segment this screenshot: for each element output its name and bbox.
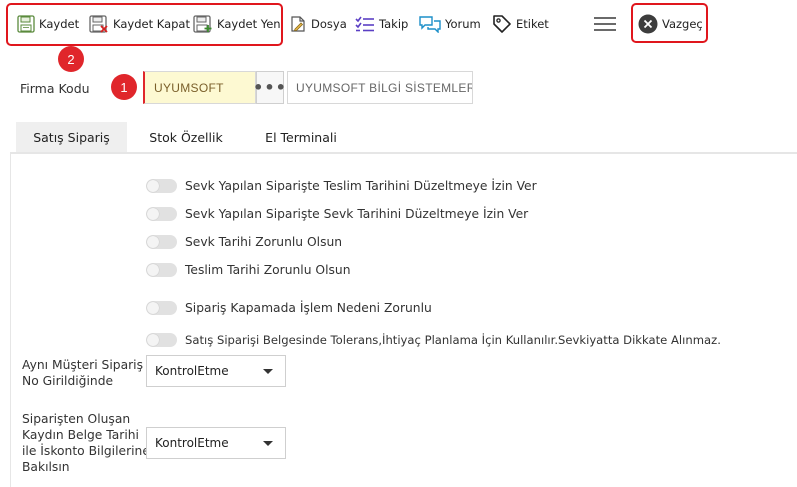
toggle-label: Sevk Yapılan Siparişte Sevk Tarihini Düz…	[185, 207, 529, 221]
select-value: KontrolEtme	[155, 436, 229, 450]
hamburger-icon	[594, 17, 616, 31]
toggle-row: Sipariş Kapamada İşlem Nedeni Zorunlu	[146, 299, 432, 317]
toggle-row: Satış Siparişi Belgesinde Tolerans,İhtiy…	[146, 331, 721, 349]
ayni-musteri-select[interactable]: KontrolEtme	[146, 355, 286, 387]
file-icon	[291, 16, 305, 32]
vazgec-highlight	[631, 3, 708, 43]
firma-kodu-input[interactable]: UYUMSOFT	[143, 71, 256, 104]
label-line: Bakılsın	[22, 460, 70, 474]
firma-lookup-button[interactable]: •••	[253, 71, 286, 104]
firma-name-field: UYUMSOFT BİLGİ SİSTEMLERİ VE	[287, 71, 473, 104]
save-buttons-highlight	[6, 3, 283, 46]
toggle-switch[interactable]	[146, 333, 177, 347]
label-line: Kaydın Belge Tarihi	[22, 428, 139, 442]
step-badge-1: 1	[111, 74, 137, 100]
tag-icon	[493, 15, 511, 33]
toggle-label: Teslim Tarihi Zorunlu Olsun	[185, 263, 351, 277]
takip-button[interactable]: Takip	[355, 12, 408, 36]
toggle-label: Sevk Tarihi Zorunlu Olsun	[185, 235, 343, 249]
siparisten-olusan-select[interactable]: KontrolEtme	[146, 427, 286, 459]
toggle-switch[interactable]	[146, 207, 177, 221]
siparisten-olusan-label: Siparişten Oluşan Kaydın Belge Tarihi il…	[22, 411, 150, 475]
toggle-switch[interactable]	[146, 263, 177, 277]
toggle-label: Satış Siparişi Belgesinde Tolerans,İhtiy…	[185, 333, 721, 347]
toggle-row: Sevk Yapılan Siparişte Teslim Tarihini D…	[146, 177, 537, 195]
toggle-switch[interactable]	[146, 235, 177, 249]
caret-down-icon	[263, 441, 273, 446]
toggle-label: Sevk Yapılan Siparişte Teslim Tarihini D…	[185, 179, 537, 193]
tab-satis-siparis[interactable]: Satış Sipariş	[16, 122, 127, 153]
checklist-icon	[355, 16, 374, 32]
select-value: KontrolEtme	[155, 364, 229, 378]
yorum-button[interactable]: Yorum	[419, 12, 481, 36]
tab-stok-ozellik[interactable]: Stok Özellik	[138, 122, 234, 153]
toggle-row: Sevk Yapılan Siparişte Sevk Tarihini Düz…	[146, 205, 528, 223]
content-border	[10, 154, 11, 487]
comment-icon	[419, 16, 441, 33]
etiket-button[interactable]: Etiket	[492, 12, 549, 36]
takip-label: Takip	[379, 17, 409, 31]
tab-el-terminali[interactable]: El Terminali	[256, 122, 346, 153]
tab-bar: Satış Sipariş Stok Özellik El Terminali	[0, 122, 797, 153]
tab-divider	[10, 152, 797, 154]
yorum-label: Yorum	[445, 17, 481, 31]
toggle-row: Sevk Tarihi Zorunlu Olsun	[146, 233, 342, 251]
label-line: Siparişten Oluşan	[22, 412, 131, 426]
toggle-label: Sipariş Kapamada İşlem Nedeni Zorunlu	[185, 301, 432, 315]
etiket-label: Etiket	[516, 17, 549, 31]
label-line: Aynı Müşteri Sipariş	[22, 358, 143, 372]
ayni-musteri-label: Aynı Müşteri Sipariş No Girildiğinde	[22, 357, 143, 389]
dosya-label: Dosya	[311, 17, 347, 31]
toggle-switch[interactable]	[146, 301, 177, 315]
caret-down-icon	[263, 369, 273, 374]
step-badge-2: 2	[58, 46, 84, 72]
menu-button[interactable]	[593, 12, 617, 36]
dosya-button[interactable]: Dosya	[289, 12, 347, 36]
label-line: ile İskonto Bilgilerine	[22, 444, 150, 458]
label-line: No Girildiğinde	[22, 374, 114, 388]
firma-kodu-label: Firma Kodu	[20, 81, 90, 96]
toggle-row: Teslim Tarihi Zorunlu Olsun	[146, 261, 351, 279]
toggle-switch[interactable]	[146, 179, 177, 193]
